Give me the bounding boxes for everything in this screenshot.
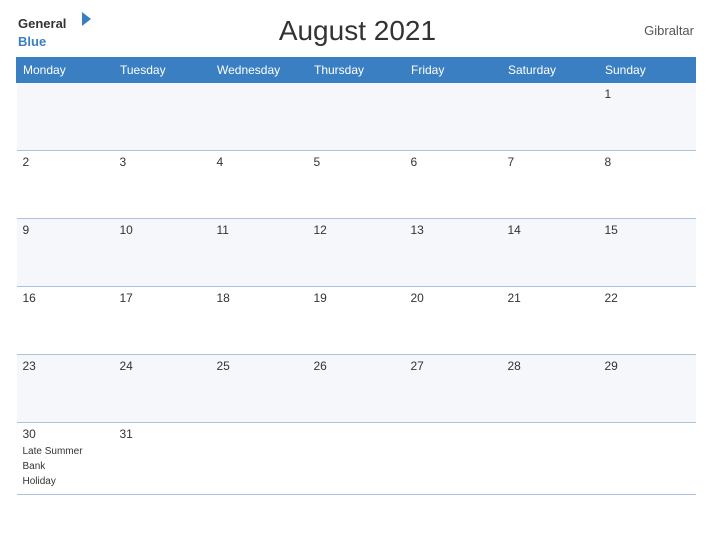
calendar-cell: 15 <box>599 219 696 287</box>
calendar-cell <box>17 83 114 151</box>
day-number: 25 <box>217 359 302 373</box>
logo-blue-text: Blue <box>18 34 46 49</box>
calendar-cell <box>211 83 308 151</box>
calendar-cell <box>599 423 696 495</box>
header-saturday: Saturday <box>502 58 599 83</box>
day-number: 30 <box>23 427 108 441</box>
calendar-cell <box>405 423 502 495</box>
week-row-3: 9 10 11 12 13 14 15 <box>17 219 696 287</box>
calendar-cell: 3 <box>114 151 211 219</box>
calendar-cell: 23 <box>17 355 114 423</box>
calendar-cell: 21 <box>502 287 599 355</box>
calendar-cell: 2 <box>17 151 114 219</box>
weekday-header-row: Monday Tuesday Wednesday Thursday Friday… <box>17 58 696 83</box>
calendar-cell <box>405 83 502 151</box>
calendar-cell: 29 <box>599 355 696 423</box>
calendar-cell: 27 <box>405 355 502 423</box>
day-number: 20 <box>411 291 496 305</box>
calendar-cell <box>502 423 599 495</box>
day-number: 19 <box>314 291 399 305</box>
day-number: 26 <box>314 359 399 373</box>
day-number: 5 <box>314 155 399 169</box>
calendar-cell: 5 <box>308 151 405 219</box>
day-number: 11 <box>217 223 302 237</box>
month-title: August 2021 <box>91 15 624 47</box>
calendar-cell: 1 <box>599 83 696 151</box>
calendar-cell: 30 Late Summer Bank Holiday <box>17 423 114 495</box>
header-tuesday: Tuesday <box>114 58 211 83</box>
calendar-cell: 14 <box>502 219 599 287</box>
day-number: 7 <box>508 155 593 169</box>
header-thursday: Thursday <box>308 58 405 83</box>
calendar-table: Monday Tuesday Wednesday Thursday Friday… <box>16 57 696 495</box>
calendar-cell: 20 <box>405 287 502 355</box>
day-number: 16 <box>23 291 108 305</box>
week-row-6: 30 Late Summer Bank Holiday 31 <box>17 423 696 495</box>
calendar-header: General Blue August 2021 Gibraltar <box>16 10 696 51</box>
calendar-cell <box>211 423 308 495</box>
calendar-cell <box>114 83 211 151</box>
day-number: 9 <box>23 223 108 237</box>
day-number: 8 <box>605 155 690 169</box>
calendar-cell <box>502 83 599 151</box>
header-monday: Monday <box>17 58 114 83</box>
calendar-cell <box>308 83 405 151</box>
day-number: 6 <box>411 155 496 169</box>
day-number: 24 <box>120 359 205 373</box>
day-number: 18 <box>217 291 302 305</box>
day-number: 31 <box>120 427 205 441</box>
logo: General Blue <box>18 10 91 51</box>
calendar-cell: 28 <box>502 355 599 423</box>
week-row-5: 23 24 25 26 27 28 29 <box>17 355 696 423</box>
week-row-4: 16 17 18 19 20 21 22 <box>17 287 696 355</box>
day-number: 15 <box>605 223 690 237</box>
logo-general-text: General <box>18 16 66 31</box>
calendar-cell: 17 <box>114 287 211 355</box>
day-number: 27 <box>411 359 496 373</box>
week-row-2: 2345678 <box>17 151 696 219</box>
day-number: 1 <box>605 87 690 101</box>
calendar-cell: 18 <box>211 287 308 355</box>
calendar-cell: 6 <box>405 151 502 219</box>
calendar-cell: 8 <box>599 151 696 219</box>
day-number: 12 <box>314 223 399 237</box>
calendar-cell: 31 <box>114 423 211 495</box>
calendar-cell: 25 <box>211 355 308 423</box>
location: Gibraltar <box>624 23 694 38</box>
header-sunday: Sunday <box>599 58 696 83</box>
event-label: Late Summer Bank Holiday <box>23 446 83 487</box>
day-number: 4 <box>217 155 302 169</box>
day-number: 14 <box>508 223 593 237</box>
day-number: 21 <box>508 291 593 305</box>
day-number: 13 <box>411 223 496 237</box>
calendar-cell: 13 <box>405 219 502 287</box>
calendar-container: General Blue August 2021 Gibraltar Monda… <box>0 0 712 550</box>
day-number: 10 <box>120 223 205 237</box>
calendar-cell: 7 <box>502 151 599 219</box>
calendar-cell: 4 <box>211 151 308 219</box>
day-number: 17 <box>120 291 205 305</box>
day-number: 2 <box>23 155 108 169</box>
header-friday: Friday <box>405 58 502 83</box>
calendar-cell: 22 <box>599 287 696 355</box>
calendar-cell: 16 <box>17 287 114 355</box>
day-number: 28 <box>508 359 593 373</box>
calendar-cell: 19 <box>308 287 405 355</box>
day-number: 23 <box>23 359 108 373</box>
calendar-cell: 26 <box>308 355 405 423</box>
header-wednesday: Wednesday <box>211 58 308 83</box>
week-row-1: 1 <box>17 83 696 151</box>
day-number: 3 <box>120 155 205 169</box>
calendar-cell: 9 <box>17 219 114 287</box>
calendar-cell <box>308 423 405 495</box>
calendar-cell: 11 <box>211 219 308 287</box>
day-number: 29 <box>605 359 690 373</box>
day-number: 22 <box>605 291 690 305</box>
calendar-cell: 10 <box>114 219 211 287</box>
calendar-cell: 12 <box>308 219 405 287</box>
logo-flag-icon <box>73 10 91 28</box>
calendar-cell: 24 <box>114 355 211 423</box>
